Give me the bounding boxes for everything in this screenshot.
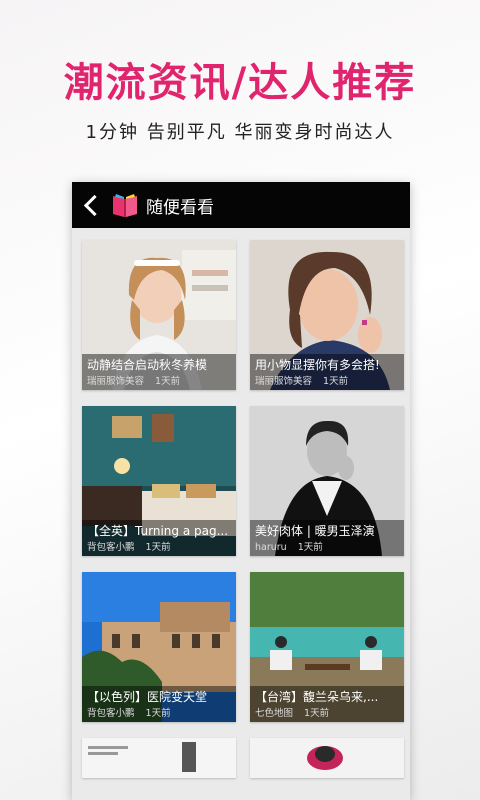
article-title: 用小物显摆你有多会搭! [255,358,380,372]
article-card-partial[interactable] [82,738,236,778]
article-time: 1天前 [304,708,330,719]
article-time: 1天前 [297,542,323,553]
promo-headline: 潮流资讯/达人推荐 [63,60,417,106]
article-card[interactable]: 【全英】Turning a pag... 背包客小鹏 1天前 [82,406,236,556]
article-title: 【以色列】医院变天堂 [87,690,208,704]
article-card[interactable]: 用小物显摆你有多会搭! 瑞丽服饰美容 1天前 [250,240,404,390]
article-time: 1天前 [145,542,171,553]
phone-screen: 随便看看 动静结合启动秋冬养模 瑞丽服饰美容 1天前 用小物显摆你有多会搭! 瑞… [72,182,410,800]
article-time: 1天前 [155,376,181,387]
article-card-partial[interactable] [250,738,404,778]
article-card[interactable]: 动静结合启动秋冬养模 瑞丽服饰美容 1天前 [82,240,236,390]
back-button[interactable] [72,182,110,228]
article-title: 美好肉体 | 暖男玉泽演 [255,524,375,538]
article-thumbnail [250,738,404,778]
article-source: 背包客小鹏 [87,542,135,553]
article-card[interactable]: 【以色列】医院变天堂 背包客小鹏 1天前 [82,572,236,722]
article-time: 1天前 [323,376,349,387]
page-title: 随便看看 [146,197,214,218]
article-time: 1天前 [145,708,171,719]
article-card[interactable]: 美好肉体 | 暖男玉泽演 haruru 1天前 [250,406,404,556]
back-arrow-icon [83,194,105,216]
article-card[interactable]: 【台湾】馥兰朵乌来,... 七色地图 1天前 [250,572,404,722]
article-source: 背包客小鹏 [87,708,135,719]
book-icon [113,194,137,217]
article-thumbnail [82,738,236,778]
article-source: 七色地图 [255,708,294,719]
article-source: haruru [255,542,287,553]
article-source: 瑞丽服饰美容 [87,376,145,387]
app-bar: 随便看看 [72,182,410,228]
article-source: 瑞丽服饰美容 [255,376,313,387]
article-title: 【台湾】馥兰朵乌来,... [255,690,379,704]
article-title: 动静结合启动秋冬养模 [87,358,208,372]
article-title: 【全英】Turning a pag... [87,524,229,538]
promo-tagline: 1分钟 告别平凡 华丽变身时尚达人 [85,122,395,143]
